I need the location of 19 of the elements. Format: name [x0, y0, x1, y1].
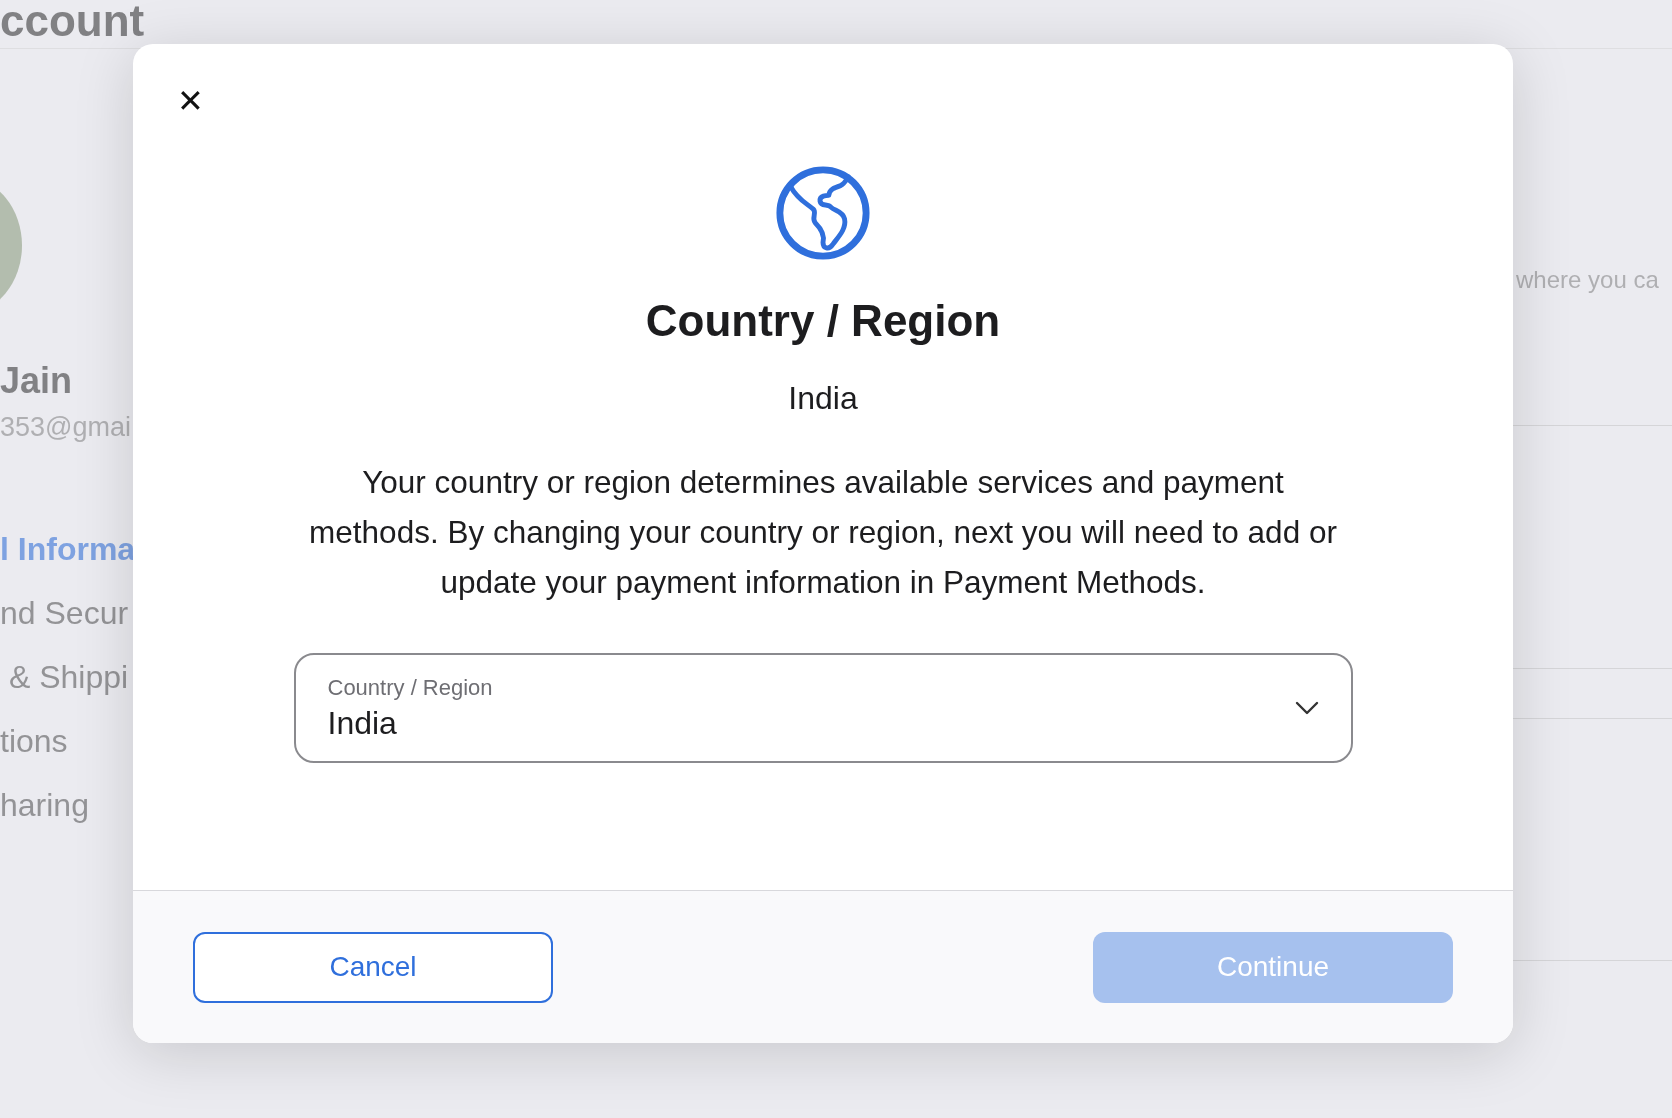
current-country: India — [788, 380, 858, 417]
sidebar-item[interactable]: nd Secur — [0, 595, 136, 631]
description-text: Your country or region determines available services and payment methods. By changing your country or region, next you will need to add or update your payment information in Payment Methods. — [308, 463, 1338, 602]
field-label: Country / Region — [327, 674, 493, 701]
sidebar-item[interactable]: & Shippi — [0, 659, 136, 695]
chevron-down-icon — [1294, 701, 1319, 715]
sidebar-item[interactable]: l Informa — [0, 531, 136, 567]
user-name: Jain — [0, 360, 73, 402]
cancel-button[interactable]: Cancel — [193, 931, 553, 1003]
dialog-title: Country / Region — [645, 296, 1001, 346]
close-button[interactable]: ✕ — [171, 82, 210, 120]
globe-icon — [774, 164, 872, 262]
description-text: where you ca — [1516, 266, 1659, 294]
page-title: ccount — [0, 0, 145, 46]
sidebar-item[interactable]: tions — [0, 723, 136, 759]
sidebar-item[interactable]: haring — [0, 787, 136, 823]
field-value: India — [327, 704, 398, 742]
country-dropdown[interactable]: Country / Region India — [293, 653, 1353, 763]
user-email: 353@gmai — [0, 412, 131, 443]
